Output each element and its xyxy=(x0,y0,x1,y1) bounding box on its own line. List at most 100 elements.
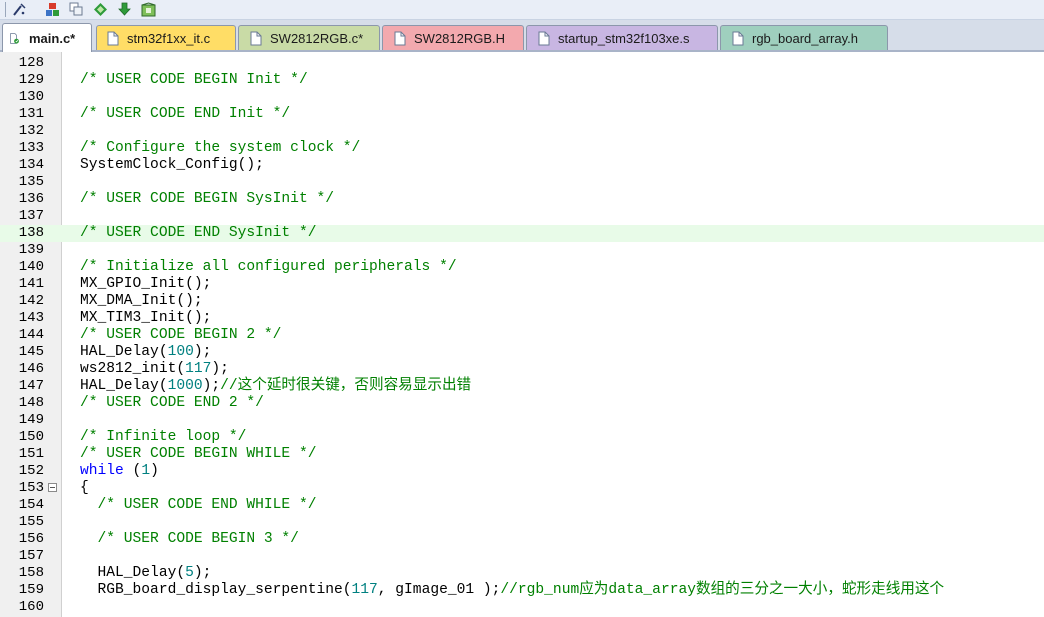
code-text: /* USER CODE END Init */ xyxy=(80,106,290,123)
tab-sw2812rgb-c[interactable]: SW2812RGB.c* xyxy=(238,25,380,50)
line-number: 150 xyxy=(18,429,44,445)
code-line[interactable]: 147 HAL_Delay(1000);//这个延时很关键，否则容易显示出错 xyxy=(0,378,1044,395)
line-number: 160 xyxy=(18,599,44,615)
tab-startup-stm32f103xe-s[interactable]: startup_stm32f103xe.s xyxy=(526,25,718,50)
tab-label: stm32f1xx_it.c xyxy=(127,30,211,46)
code-line[interactable]: 149 xyxy=(0,412,1044,429)
code-text: /* USER CODE END SysInit */ xyxy=(80,225,316,242)
code-token: /* USER CODE END WHILE */ xyxy=(80,497,317,513)
code-text: MX_GPIO_Init(); xyxy=(80,276,211,293)
code-line[interactable]: 152 while (1) xyxy=(0,463,1044,480)
line-number: 140 xyxy=(18,259,44,275)
code-line[interactable]: 137 xyxy=(0,208,1044,225)
tab-rgb-board-array-h[interactable]: rgb_board_array.h xyxy=(720,25,888,50)
code-token: /* USER CODE BEGIN 2 */ xyxy=(80,327,282,343)
line-number: 132 xyxy=(18,123,44,139)
line-number: 137 xyxy=(18,208,44,224)
code-line[interactable]: 156 /* USER CODE BEGIN 3 */ xyxy=(0,531,1044,548)
code-line[interactable]: 135 xyxy=(0,174,1044,191)
file-icon xyxy=(538,31,550,46)
component-icon[interactable] xyxy=(44,1,61,18)
code-line[interactable]: 141 MX_GPIO_Init(); xyxy=(0,276,1044,293)
line-number: 151 xyxy=(18,446,44,462)
diamond-icon[interactable] xyxy=(92,1,109,18)
line-number: 156 xyxy=(18,531,44,547)
code-token: { xyxy=(80,480,89,496)
code-line[interactable]: 159 RGB_board_display_serpentine(117, gI… xyxy=(0,582,1044,599)
code-line[interactable]: 158 HAL_Delay(5); xyxy=(0,565,1044,582)
code-text: MX_DMA_Init(); xyxy=(80,293,203,310)
code-line[interactable]: 155 xyxy=(0,514,1044,531)
code-line[interactable]: 148 /* USER CODE END 2 */ xyxy=(0,395,1044,412)
code-line[interactable]: 128 xyxy=(0,55,1044,72)
file-icon xyxy=(250,31,262,46)
code-token: HAL_Delay( xyxy=(80,565,186,581)
code-line[interactable]: 134 SystemClock_Config(); xyxy=(0,157,1044,174)
code-line[interactable]: 142 MX_DMA_Init(); xyxy=(0,293,1044,310)
wizard-icon[interactable] xyxy=(11,1,28,18)
line-number: 130 xyxy=(18,89,44,105)
tab-main-c[interactable]: main.c* xyxy=(2,23,92,52)
code-line[interactable]: 138 /* USER CODE END SysInit */ xyxy=(0,225,1044,242)
code-line[interactable]: 129 /* USER CODE BEGIN Init */ xyxy=(0,72,1044,89)
code-line[interactable]: 133 /* Configure the system clock */ xyxy=(0,140,1044,157)
code-token: MX_TIM3_Init(); xyxy=(80,310,212,326)
code-token: ); xyxy=(202,378,221,394)
line-number: 129 xyxy=(18,72,44,88)
code-token: , gImage_01 ); xyxy=(377,582,501,598)
code-token: /* USER CODE BEGIN Init */ xyxy=(80,72,308,88)
code-line[interactable]: 140 /* Initialize all configured peripher… xyxy=(0,259,1044,276)
code-token: /* USER CODE END Init */ xyxy=(80,106,291,122)
line-number: 146 xyxy=(18,361,44,377)
code-line[interactable]: 145 HAL_Delay(100); xyxy=(0,344,1044,361)
collapse-icon[interactable] xyxy=(48,483,57,492)
code-line[interactable]: 154 /* USER CODE END WHILE */ xyxy=(0,497,1044,514)
package-icon[interactable] xyxy=(140,1,157,18)
code-text: while (1) xyxy=(80,463,159,480)
line-number: 135 xyxy=(18,174,44,190)
editor-tab-bar: main.c* stm32f1xx_it.c SW2812RGB.c* SW28… xyxy=(0,20,1044,52)
code-line[interactable]: 143 MX_TIM3_Init(); xyxy=(0,310,1044,327)
code-text: MX_TIM3_Init(); xyxy=(80,310,211,327)
code-editor[interactable]: 128 129 /* USER CODE BEGIN Init */ 130 131 /*… xyxy=(0,52,1044,617)
code-text: HAL_Delay(100); xyxy=(80,344,211,361)
code-line[interactable]: 151 /* USER CODE BEGIN WHILE */ xyxy=(0,446,1044,463)
file-icon xyxy=(9,31,21,46)
code-token: ); xyxy=(193,344,212,360)
code-line[interactable]: 144 /* USER CODE BEGIN 2 */ xyxy=(0,327,1044,344)
tab-sw2812rgb-h[interactable]: SW2812RGB.H xyxy=(382,25,524,50)
code-line[interactable]: 139 xyxy=(0,242,1044,259)
code-text: /* USER CODE BEGIN Init */ xyxy=(80,72,308,89)
code-line[interactable]: 160 xyxy=(0,599,1044,616)
code-token: /* USER CODE END 2 */ xyxy=(80,395,264,411)
code-text: HAL_Delay(1000);//这个延时很关键，否则容易显示出错 xyxy=(80,378,471,395)
toolbar xyxy=(0,0,1044,20)
code-text: /* USER CODE END 2 */ xyxy=(80,395,264,412)
tab-stm32f1xx-it-c[interactable]: stm32f1xx_it.c xyxy=(96,25,236,50)
code-line[interactable]: 153 { xyxy=(0,480,1044,497)
code-line[interactable]: 131 /* USER CODE END Init */ xyxy=(0,106,1044,123)
copy-icon[interactable] xyxy=(68,1,85,18)
code-line[interactable]: 136 /* USER CODE BEGIN SysInit */ xyxy=(0,191,1044,208)
line-number: 134 xyxy=(18,157,44,173)
code-token: /* Infinite loop */ xyxy=(80,429,247,445)
line-number: 152 xyxy=(18,463,44,479)
code-line[interactable]: 130 xyxy=(0,89,1044,106)
code-text: /* Infinite loop */ xyxy=(80,429,246,446)
code-token: /* USER CODE BEGIN 3 */ xyxy=(80,531,299,547)
code-line[interactable]: 132 xyxy=(0,123,1044,140)
code-line[interactable]: 150 /* Infinite loop */ xyxy=(0,429,1044,446)
code-token: 5 xyxy=(185,565,194,581)
code-text: /* Configure the system clock */ xyxy=(80,140,360,157)
line-number: 157 xyxy=(18,548,44,564)
code-line[interactable]: 157 xyxy=(0,548,1044,565)
line-number: 141 xyxy=(18,276,44,292)
code-token: ws2812_init( xyxy=(80,361,186,377)
code-line[interactable]: 146 ws2812_init(117); xyxy=(0,361,1044,378)
code-token: ); xyxy=(211,361,229,377)
tab-label: SW2812RGB.H xyxy=(414,30,506,46)
code-text: SystemClock_Config(); xyxy=(80,157,264,174)
code-token: //这个延时很关键，否则容易显示出错 xyxy=(220,378,472,394)
file-icon xyxy=(107,31,119,46)
download-icon[interactable] xyxy=(116,1,133,18)
